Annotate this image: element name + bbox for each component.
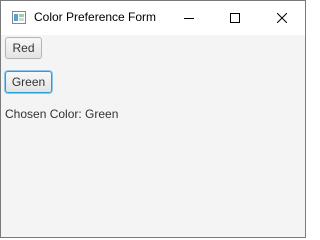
java-app-icon [12,11,26,24]
close-button[interactable] [259,1,305,35]
title-bar[interactable]: Color Preference Form [1,1,305,35]
maximize-button[interactable] [212,1,258,35]
chosen-color-label: Chosen Color: Green [5,107,119,121]
minimize-icon [184,13,194,23]
red-button[interactable]: Red [5,37,42,59]
app-window: Color Preference Form Red Green Chosen C… [0,0,306,238]
maximize-icon [230,13,240,23]
close-icon [277,13,287,23]
window-title: Color Preference Form [34,10,157,24]
green-button[interactable]: Green [5,71,52,93]
form-content: Red Green Chosen Color: Green [1,35,305,237]
minimize-button[interactable] [166,1,212,35]
